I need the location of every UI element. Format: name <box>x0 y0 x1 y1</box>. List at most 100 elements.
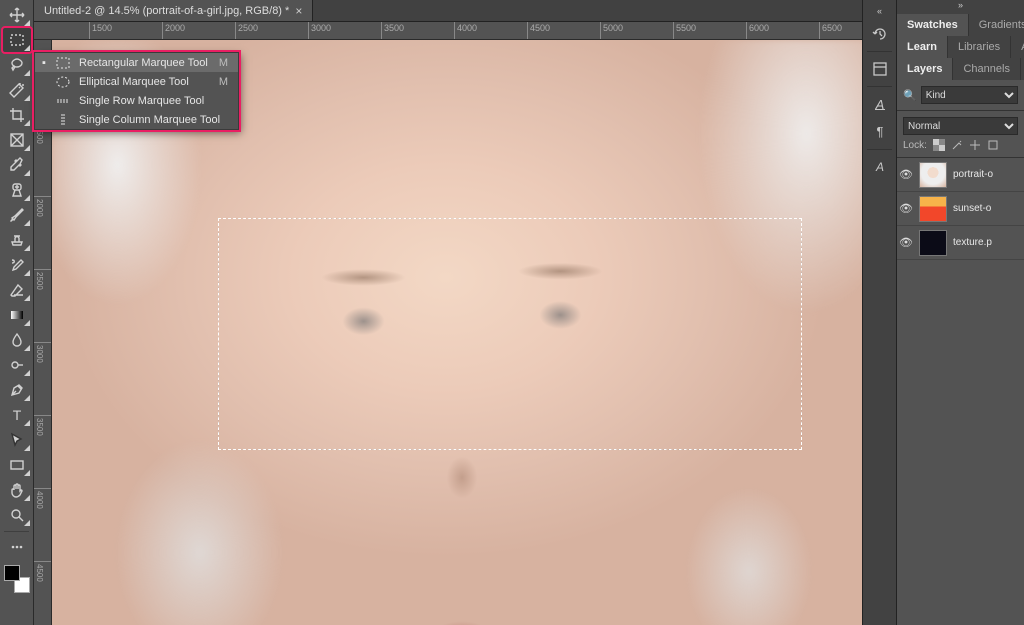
ruler-mark: 3500 <box>381 22 382 39</box>
ruler-mark: 5000 <box>600 22 601 39</box>
panel-tab-swatches[interactable]: Swatches <box>897 14 969 36</box>
ruler-mark: 4500 <box>527 22 528 39</box>
ruler-horizontal[interactable]: 1500200025003000350040004500500055006000… <box>34 22 862 40</box>
frame-tool[interactable] <box>3 128 31 152</box>
right-panels: » SwatchesGradients LearnLibrariesA Laye… <box>896 0 1024 625</box>
ruler-mark: 3000 <box>308 22 309 39</box>
panel-tab-learn[interactable]: Learn <box>897 36 948 58</box>
document-tab-bar: Untitled-2 @ 14.5% (portrait-of-a-girl.j… <box>34 0 862 22</box>
magic-wand-tool[interactable] <box>3 78 31 102</box>
ruler-mark: 4000 <box>34 488 51 507</box>
visibility-icon[interactable]: 👁 <box>899 168 913 181</box>
ruler-mark: 3500 <box>34 415 51 434</box>
panel-group-layers: LayersChannels <box>897 58 1024 80</box>
crop-tool[interactable] <box>3 103 31 127</box>
ruler-mark: 3000 <box>34 342 51 361</box>
layer-name[interactable]: texture.p <box>953 237 1022 248</box>
panel-tab-layers[interactable]: Layers <box>897 58 953 80</box>
expand-panels-icon[interactable]: « <box>863 6 896 20</box>
blend-mode-select[interactable]: Normal <box>903 117 1018 135</box>
hand-tool[interactable] <box>3 478 31 502</box>
history-brush-tool[interactable] <box>3 253 31 277</box>
rect-marquee-icon <box>55 56 71 70</box>
close-icon[interactable]: × <box>295 4 302 18</box>
toolbar-separator <box>4 531 29 532</box>
layer-list: 👁 portrait-o 👁 sunset-o 👁 texture.p <box>897 158 1024 260</box>
flyout-item-row-marquee[interactable]: Single Row Marquee Tool <box>35 91 238 110</box>
flyout-item-ellipse-marquee[interactable]: Elliptical Marquee ToolM <box>35 72 238 91</box>
panel-tab-libraries[interactable]: Libraries <box>948 36 1011 58</box>
lock-transparency-icon[interactable] <box>933 139 945 151</box>
type-tool[interactable]: T <box>3 403 31 427</box>
lock-position-icon[interactable] <box>969 139 981 151</box>
history-panel-icon[interactable] <box>863 20 896 48</box>
panel-tab-gradients[interactable]: Gradients <box>969 14 1024 36</box>
visibility-icon[interactable]: 👁 <box>899 202 913 215</box>
flyout-item-label: Elliptical Marquee Tool <box>79 76 211 88</box>
ruler-mark: 2500 <box>34 269 51 288</box>
layers-blend-row: Normal Lock: <box>897 111 1024 158</box>
clone-stamp-tool[interactable] <box>3 228 31 252</box>
eyedropper-tool[interactable] <box>3 153 31 177</box>
gradient-tool[interactable] <box>3 303 31 327</box>
panel-group-learn: LearnLibrariesA <box>897 36 1024 58</box>
panel-tab-channels[interactable]: Channels <box>953 58 1020 80</box>
layer-row[interactable]: 👁 texture.p <box>897 226 1024 260</box>
flyout-item-label: Single Row Marquee Tool <box>79 95 220 107</box>
layer-thumbnail[interactable] <box>919 230 947 256</box>
rectangle-shape-tool[interactable] <box>3 453 31 477</box>
panel-tab-a[interactable]: A <box>1011 36 1024 58</box>
edit-toolbar[interactable] <box>3 535 31 559</box>
flyout-item-rect-marquee[interactable]: ▪Rectangular Marquee ToolM <box>35 53 238 72</box>
move-tool[interactable] <box>3 3 31 27</box>
paragraph-panel-icon[interactable]: ¶ <box>863 118 896 146</box>
marquee-tool[interactable] <box>3 28 31 52</box>
bullet-icon: ▪ <box>41 57 47 69</box>
character-panel-icon[interactable]: A <box>863 90 896 118</box>
layer-thumbnail[interactable] <box>919 196 947 222</box>
color-chips[interactable] <box>3 564 31 594</box>
ruler-mark: 1500 <box>89 22 90 39</box>
blur-tool[interactable] <box>3 328 31 352</box>
foreground-color[interactable] <box>4 565 20 581</box>
layers-filter-row: 🔍 Kind <box>897 80 1024 111</box>
visibility-icon[interactable]: 👁 <box>899 236 913 249</box>
ellipse-marquee-icon <box>55 75 71 89</box>
ruler-mark: 6000 <box>746 22 747 39</box>
collapsed-panels-strip: « A ¶ A <box>862 0 896 625</box>
lock-pixels-icon[interactable] <box>951 139 963 151</box>
zoom-tool[interactable] <box>3 503 31 527</box>
ruler-mark: 2000 <box>162 22 163 39</box>
flyout-item-col-marquee[interactable]: Single Column Marquee Tool <box>35 110 238 129</box>
ruler-mark: 2000 <box>34 196 51 215</box>
ruler-mark: 2500 <box>235 22 236 39</box>
layer-row[interactable]: 👁 sunset-o <box>897 192 1024 226</box>
healing-brush-tool[interactable] <box>3 178 31 202</box>
brush-tool[interactable] <box>3 203 31 227</box>
lasso-tool[interactable] <box>3 53 31 77</box>
pen-tool[interactable] <box>3 378 31 402</box>
flyout-item-label: Single Column Marquee Tool <box>79 114 220 126</box>
lock-artboard-icon[interactable] <box>987 139 999 151</box>
tools-toolbar: T <box>0 0 34 625</box>
properties-panel-icon[interactable] <box>863 55 896 83</box>
marquee-tool-flyout: ▪Rectangular Marquee ToolMElliptical Mar… <box>34 52 239 130</box>
layer-thumbnail[interactable] <box>919 162 947 188</box>
layer-filter-kind[interactable]: Kind <box>921 86 1018 104</box>
layer-name[interactable]: portrait-o <box>953 169 1022 180</box>
layer-row[interactable]: 👁 portrait-o <box>897 158 1024 192</box>
document-tab-title: Untitled-2 @ 14.5% (portrait-of-a-girl.j… <box>44 5 289 17</box>
ruler-mark: 4500 <box>34 561 51 580</box>
lock-label: Lock: <box>903 140 927 151</box>
ruler-mark: 6500 <box>819 22 820 39</box>
document-tab[interactable]: Untitled-2 @ 14.5% (portrait-of-a-girl.j… <box>34 0 313 21</box>
path-selection-tool[interactable] <box>3 428 31 452</box>
layer-name[interactable]: sunset-o <box>953 203 1022 214</box>
search-icon[interactable]: 🔍 <box>903 89 917 102</box>
collapse-panels-icon[interactable]: » <box>897 0 1024 14</box>
eraser-tool[interactable] <box>3 278 31 302</box>
svg-text:A: A <box>874 160 883 174</box>
glyphs-panel-icon[interactable]: A <box>863 153 896 181</box>
flyout-item-label: Rectangular Marquee Tool <box>79 57 211 69</box>
dodge-tool[interactable] <box>3 353 31 377</box>
